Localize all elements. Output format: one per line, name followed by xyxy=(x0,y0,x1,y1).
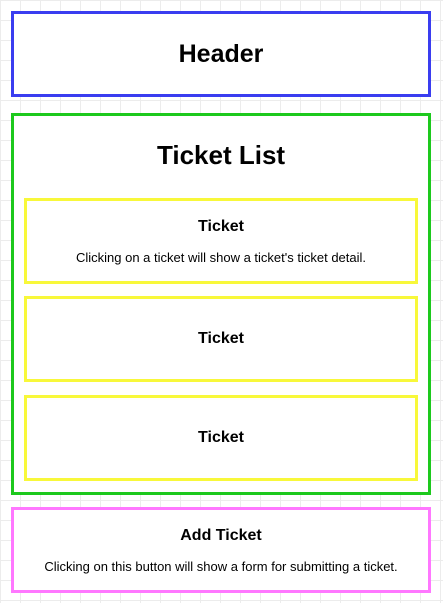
ticket-box-3[interactable]: Ticket xyxy=(24,395,418,481)
add-ticket-description: Clicking on this button will show a form… xyxy=(44,558,398,574)
ticket-list-label: Ticket List xyxy=(156,140,286,170)
header-box: Header xyxy=(11,11,431,97)
ticket-description: Clicking on a ticket will show a ticket'… xyxy=(75,249,367,265)
ticket-label: Ticket xyxy=(198,429,244,446)
header-label: Header xyxy=(178,39,264,68)
ticket-label: Ticket xyxy=(198,217,244,235)
ticket-box-2[interactable]: Ticket xyxy=(24,296,418,382)
ticket-box-1[interactable]: Ticket Clicking on a ticket will show a … xyxy=(24,198,418,284)
ticket-label: Ticket xyxy=(198,330,244,347)
add-ticket-label: Add Ticket xyxy=(180,526,262,544)
add-ticket-box[interactable]: Add Ticket Clicking on this button will … xyxy=(11,507,431,593)
